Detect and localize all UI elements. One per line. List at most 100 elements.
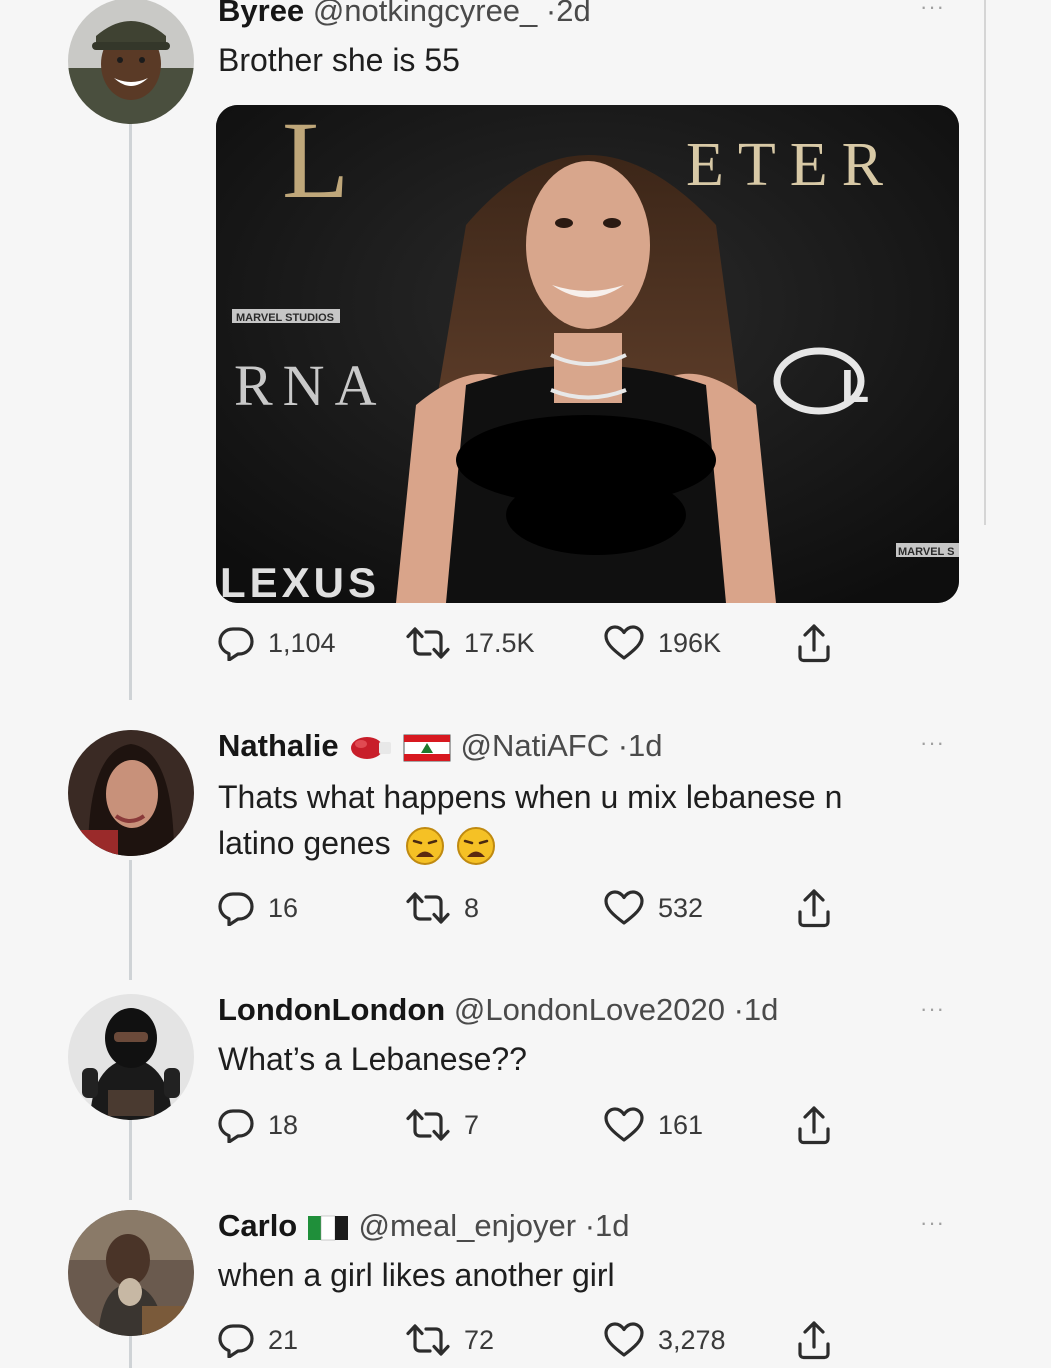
timestamp[interactable]: 2d [556, 0, 590, 28]
boxing-glove-icon [351, 736, 392, 759]
reply-button[interactable]: 18 [218, 1105, 298, 1145]
like-icon [604, 1322, 644, 1358]
reply-icon [218, 890, 254, 926]
retweet-count: 8 [464, 892, 480, 923]
avatar-photo [68, 994, 194, 1120]
like-button[interactable]: 532 [604, 888, 703, 928]
tweet-media[interactable]: L ETER RNA MARVEL STUDIOS L MARVEL S LEX… [216, 105, 959, 603]
like-icon [604, 625, 644, 661]
tweet-text: Brother she is 55 [218, 42, 460, 78]
retweet-button[interactable]: 8 [406, 888, 479, 928]
display-name[interactable]: Nathalie [218, 728, 339, 763]
reply-count: 1,104 [268, 627, 336, 658]
tweet-actions: 21 72 3,278 [218, 1320, 858, 1360]
like-icon [604, 1107, 644, 1143]
share-icon [796, 1105, 832, 1145]
lebanon-flag-icon [403, 734, 451, 762]
scrollbar-track[interactable] [984, 0, 986, 525]
avatar[interactable] [68, 1210, 194, 1336]
reply-count: 16 [268, 892, 299, 923]
avatar[interactable] [68, 730, 194, 856]
separator-dot: · [545, 0, 557, 28]
thread-line [129, 1336, 132, 1368]
separator-dot: · [584, 1208, 596, 1243]
tweet-actions: 16 8 532 [218, 888, 858, 928]
reply-button[interactable]: 21 [218, 1320, 298, 1360]
separator-dot: · [733, 992, 744, 1027]
more-icon[interactable]: ··· [920, 996, 945, 1022]
more-icon[interactable]: ··· [920, 1210, 945, 1236]
like-count: 161 [658, 1109, 704, 1140]
handle[interactable]: @LondonLove2020 [454, 992, 725, 1027]
handle[interactable]: @notkingcyree_ [313, 0, 537, 28]
share-button[interactable] [796, 1105, 832, 1145]
display-name[interactable]: LondonLondon [218, 992, 445, 1027]
like-button[interactable]: 3,278 [604, 1320, 726, 1360]
share-icon [796, 888, 832, 928]
share-button[interactable] [796, 623, 832, 663]
timestamp[interactable]: 1d [744, 992, 778, 1027]
reply-icon [218, 1322, 254, 1358]
retweet-icon [406, 1322, 450, 1358]
like-count: 196K [658, 627, 722, 658]
retweet-icon [406, 890, 450, 926]
retweet-icon [406, 625, 450, 661]
retweet-button[interactable]: 17.5K [406, 623, 535, 663]
retweet-button[interactable]: 72 [406, 1320, 494, 1360]
share-button[interactable] [796, 1320, 832, 1360]
avatar[interactable] [68, 994, 194, 1120]
backdrop-title-2: RNA [234, 353, 386, 418]
avatar-photo [68, 0, 194, 124]
handle[interactable]: @meal_enjoyer [359, 1208, 577, 1243]
tweet-actions: 1,104 17.5K 196K [218, 623, 858, 663]
reply-icon [218, 625, 254, 661]
like-button[interactable]: 196K [604, 623, 721, 663]
tweet-header: Byree @notkingcyree_ ·2d [218, 0, 591, 30]
tweet-text: Thats what happens when u mix lebanese n… [218, 774, 958, 866]
reply-button[interactable]: 16 [218, 888, 298, 928]
timestamp[interactable]: 1d [628, 728, 662, 763]
avatar-photo [68, 1210, 194, 1336]
media-photo: L ETER RNA MARVEL STUDIOS L MARVEL S LEX… [216, 105, 959, 603]
like-icon [604, 890, 644, 926]
like-count: 532 [658, 892, 704, 923]
backdrop-title: ETER [686, 131, 897, 199]
thread-line [129, 860, 132, 980]
italy-flag-icon [307, 1215, 348, 1241]
timestamp[interactable]: 1d [595, 1208, 629, 1243]
weary-face-emoji [406, 826, 445, 865]
backdrop-letter: L [282, 105, 349, 221]
reply-icon [218, 1107, 254, 1143]
tweet-header: LondonLondon @LondonLove2020 ·1d [218, 991, 778, 1029]
display-name[interactable]: Carlo [218, 1208, 297, 1243]
tweet-text-line: Thats what happens when u mix lebanese n [218, 779, 843, 815]
more-icon[interactable]: ··· [920, 0, 945, 20]
studio-logo: MARVEL STUDIOS [236, 312, 334, 324]
more-icon[interactable]: ··· [920, 730, 945, 756]
retweet-count: 72 [464, 1324, 495, 1355]
thread-line [129, 120, 132, 700]
avatar-photo [68, 730, 194, 856]
weary-face-emoji [457, 826, 496, 865]
tweet-text-line: latino genes [218, 820, 958, 866]
thread-line [129, 1120, 132, 1200]
tweet-header: Nathalie @NatiAFC ·1d [218, 727, 663, 765]
like-button[interactable]: 161 [604, 1105, 703, 1145]
display-name[interactable]: Byree [218, 0, 304, 28]
share-icon [796, 1320, 832, 1360]
separator-dot: · [617, 728, 629, 763]
share-button[interactable] [796, 888, 832, 928]
share-icon [796, 623, 832, 663]
handle[interactable]: @NatiAFC [460, 728, 609, 763]
avatar[interactable] [68, 0, 194, 124]
sponsor-logo: LEXUS [220, 559, 380, 603]
retweet-icon [406, 1107, 450, 1143]
tweet-text: when a girl likes another girl [218, 1257, 615, 1293]
tweet-actions: 18 7 161 [218, 1105, 858, 1145]
retweet-count: 7 [464, 1109, 480, 1140]
retweet-count: 17.5K [464, 627, 535, 658]
tweet-text-fragment: latino genes [218, 825, 391, 861]
reply-button[interactable]: 1,104 [218, 623, 336, 663]
svg-text:L: L [841, 360, 869, 412]
retweet-button[interactable]: 7 [406, 1105, 479, 1145]
